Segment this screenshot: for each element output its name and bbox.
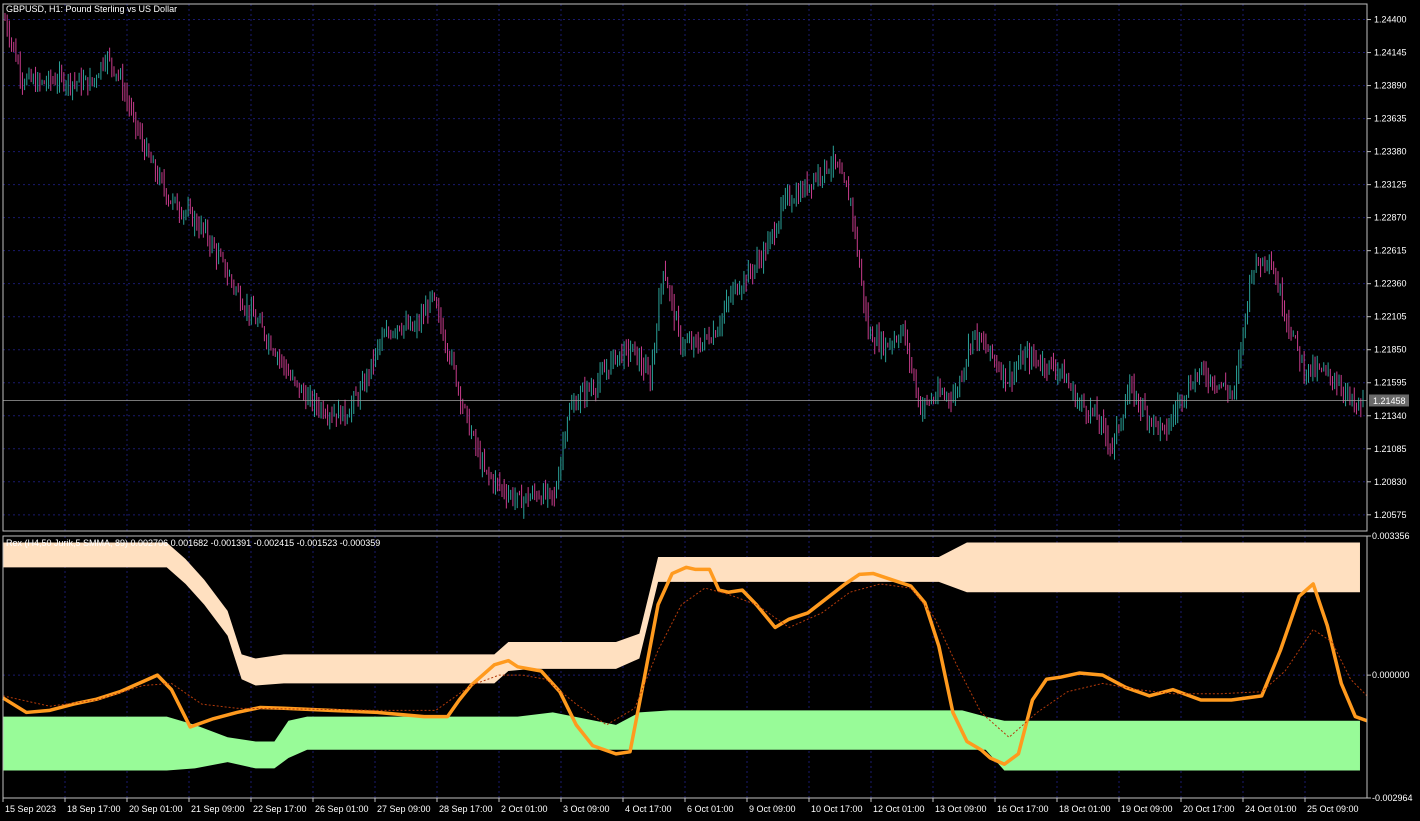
price-tick-label: 1.22870 [1374,213,1407,223]
price-tick-label: 1.24145 [1374,48,1407,58]
price-tick-label: 1.23635 [1374,114,1407,124]
price-tick-label: 1.22105 [1374,312,1407,322]
time-tick-label: 4 Oct 17:00 [625,804,672,814]
time-tick-label: 24 Oct 01:00 [1245,804,1297,814]
price-tick-label: 1.22360 [1374,279,1407,289]
time-tick-label: 15 Sep 2023 [5,804,56,814]
time-tick-label: 28 Sep 17:00 [439,804,493,814]
time-axis[interactable]: 15 Sep 2023 18 Sep 17:00 20 Sep 01:00 21 Se… [2,798,1359,814]
price-axis[interactable]: 1.24400 1.24145 1.23890 1.23635 1.23380 1.231… [1367,15,1407,520]
price-tick-label: 1.21340 [1374,411,1407,421]
time-tick-label: 12 Oct 01:00 [873,804,925,814]
price-candles[interactable] [4,13,1364,519]
time-tick-label: 2 Oct 01:00 [501,804,548,814]
time-tick-label: 26 Sep 01:00 [315,804,369,814]
price-tick-label: 1.23125 [1374,180,1407,190]
price-tick-label: 1.23890 [1374,81,1407,91]
time-tick-label: 18 Oct 01:00 [1059,804,1111,814]
indicator-tick-label: 0.000000 [1372,670,1410,680]
time-tick-label: 9 Oct 09:00 [749,804,796,814]
indicator-axis[interactable]: 0.003356 0.000000 -0.002964 [1367,531,1413,803]
price-tick-label: 1.24400 [1374,15,1407,25]
time-tick-label: 6 Oct 01:00 [687,804,734,814]
main-chart-title: GBPUSD, H1: Pound Sterling vs US Dollar [6,4,177,14]
time-tick-label: 3 Oct 09:00 [563,804,610,814]
time-tick-label: 20 Sep 01:00 [129,804,183,814]
main-frame [2,3,1368,532]
time-tick-label: 20 Oct 17:00 [1183,804,1235,814]
time-tick-label: 22 Sep 17:00 [253,804,307,814]
indicator-tick-label: 0.003356 [1372,531,1410,541]
price-tick-label: 1.21595 [1374,378,1407,388]
current-price-label: 1.21458 [1373,396,1406,406]
main-grid [2,4,1367,531]
indicator-bands [3,542,1360,771]
time-tick-label: 27 Sep 09:00 [377,804,431,814]
price-tick-label: 1.20830 [1374,477,1407,487]
price-tick-label: 1.22615 [1374,246,1407,256]
price-tick-label: 1.23380 [1374,147,1407,157]
time-tick-label: 10 Oct 17:00 [811,804,863,814]
time-tick-label: 19 Oct 09:00 [1121,804,1173,814]
time-tick-label: 16 Oct 17:00 [997,804,1049,814]
time-tick-label: 25 Oct 09:00 [1307,804,1359,814]
price-tick-label: 1.20575 [1374,510,1407,520]
price-tick-label: 1.21085 [1374,444,1407,454]
time-tick-label: 13 Oct 09:00 [935,804,987,814]
time-tick-label: 21 Sep 09:00 [191,804,245,814]
time-tick-label: 18 Sep 17:00 [67,804,121,814]
upper_band [3,542,1360,686]
price-tick-label: 1.21850 [1374,345,1407,355]
indicator-title: Rex (H4,50 Jurik,5 SMMA, 89) 0.002706 0.… [6,538,380,548]
indicator-tick-label: -0.002964 [1372,793,1413,803]
trading-chart[interactable]: 1.24400 1.24145 1.23890 1.23635 1.23380 1.231… [0,0,1420,821]
